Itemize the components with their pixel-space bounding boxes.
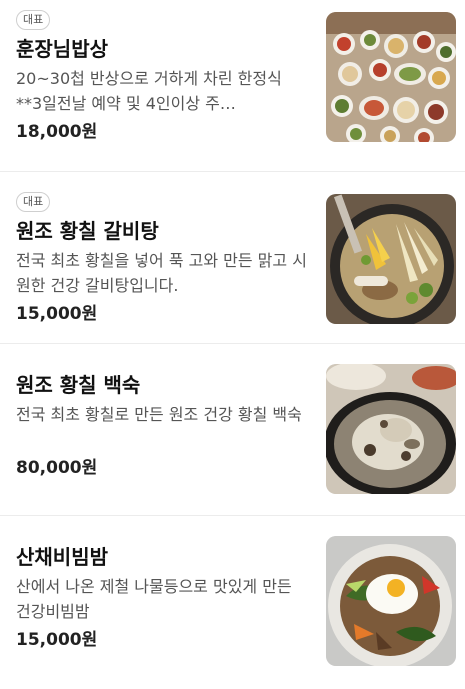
baeksuk-image (326, 364, 456, 494)
menu-item-text: 원조 황칠 백숙 전국 최초 황칠로 만든 원조 건강 황칠 백숙 80,000… (16, 372, 311, 480)
menu-item-text: 산채비빔밤 산에서 나온 제철 나물등으로 맛있게 만든 건강비빔밤 15,00… (16, 544, 311, 652)
menu-item-description: 산에서 나온 제철 나물등으로 맛있게 만든 건강비빔밤 (16, 577, 292, 621)
menu-item-text: 대표 훈장님밥상 20~30첩 반상으로 거하게 차린 한정식 **3일전날 예… (16, 8, 311, 144)
menu-item[interactable]: 대표 훈장님밥상 20~30첩 반상으로 거하게 차린 한정식 **3일전날 예… (0, 0, 465, 172)
menu-item-price: 15,000원 (16, 304, 98, 324)
bibimbap-image (326, 536, 456, 666)
galbitang-photo[interactable] (326, 194, 456, 324)
menu-item-price: 15,000원 (16, 630, 98, 650)
baeksuk-photo[interactable] (326, 364, 456, 494)
menu-item-name: 원조 황칠 백숙 (16, 373, 141, 397)
bibimbap-photo[interactable] (326, 536, 456, 666)
menu-item-name: 원조 황칠 갈비탕 (16, 219, 159, 243)
menu-item-name: 훈장님밥상 (16, 37, 108, 61)
menu-item-description: 전국 최초 황칠을 넣어 푹 고와 만든 맑고 시원한 건강 갈비탕입니다. (16, 251, 307, 295)
menu-item-price: 18,000원 (16, 122, 98, 142)
korean-table-set-photo[interactable] (326, 12, 456, 142)
menu-item-text: 대표 원조 황칠 갈비탕 전국 최초 황칠을 넣어 푹 고와 만든 맑고 시원한… (16, 190, 311, 326)
representative-badge: 대표 (16, 192, 51, 212)
menu-item-description: 전국 최초 황칠로 만든 원조 건강 황칠 백숙 (16, 405, 302, 424)
menu-item-price: 80,000원 (16, 458, 98, 478)
menu-list: 대표 훈장님밥상 20~30첩 반상으로 거하게 차린 한정식 **3일전날 예… (0, 0, 465, 688)
menu-item-description: 20~30첩 반상으로 거하게 차린 한정식 **3일전날 예약 및 4인이상 … (16, 69, 282, 113)
menu-item[interactable]: 대표 원조 황칠 갈비탕 전국 최초 황칠을 넣어 푹 고와 만든 맑고 시원한… (0, 172, 465, 344)
menu-item[interactable]: 산채비빔밤 산에서 나온 제철 나물등으로 맛있게 만든 건강비빔밤 15,00… (0, 516, 465, 688)
menu-item[interactable]: 원조 황칠 백숙 전국 최초 황칠로 만든 원조 건강 황칠 백숙 80,000… (0, 344, 465, 516)
menu-item-name: 산채비빔밤 (16, 545, 108, 569)
korean-table-set-image (326, 12, 456, 142)
representative-badge: 대표 (16, 10, 51, 30)
galbitang-image (326, 194, 456, 324)
